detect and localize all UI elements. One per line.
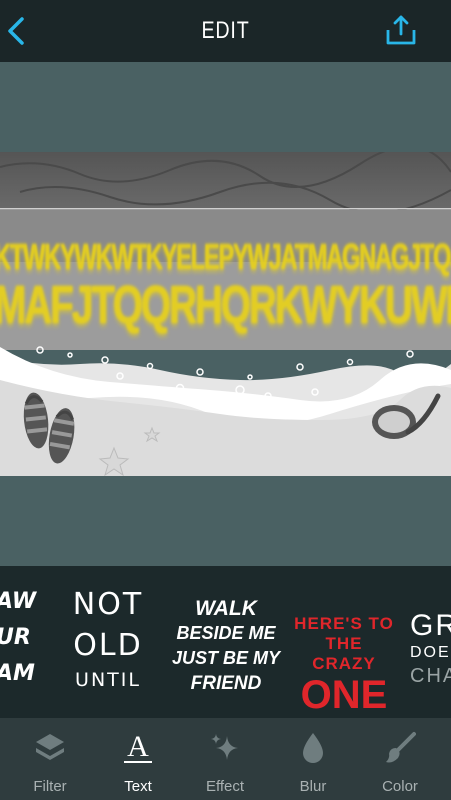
sticker-5-line-1: GR bbox=[410, 609, 451, 642]
tab-color-label: Color bbox=[382, 778, 418, 795]
text-sticker-2[interactable]: NOT OLD UNTIL bbox=[58, 584, 158, 704]
sticker-5-line-2: DOE bbox=[410, 644, 451, 661]
sticker-1-line-3: AM bbox=[0, 661, 35, 686]
svg-text:A: A bbox=[127, 730, 149, 763]
tab-filter-label: Filter bbox=[33, 778, 67, 795]
sticker-3-line-2: BESIDE ME bbox=[176, 623, 276, 643]
drop-icon bbox=[303, 733, 323, 763]
sticker-2-line-1: NOT bbox=[72, 587, 144, 622]
tab-blur[interactable]: Blur bbox=[268, 718, 358, 800]
sticker-1-line-1: AW bbox=[0, 589, 37, 614]
tab-color[interactable]: Color bbox=[355, 718, 445, 800]
text-sticker-strip[interactable]: AW UR AM NOT OLD UNTIL WALK BESIDE ME JU… bbox=[0, 566, 451, 718]
back-arrow-icon[interactable] bbox=[4, 16, 30, 46]
edited-photo[interactable]: KTWKYWKWTKYELEPYWJATMAGNAGJTQJQTA MAFJTQ… bbox=[0, 152, 451, 476]
sticker-3-line-4: FRIEND bbox=[190, 673, 262, 694]
text-sticker-5[interactable]: GR DOE CHA bbox=[410, 610, 451, 718]
sticker-2-line-3: UNTIL bbox=[75, 669, 141, 691]
sticker-4-line-3: ONE bbox=[300, 673, 388, 717]
overlay-text-line-2[interactable]: MAFJTQQRHQRKWYKUWK bbox=[0, 274, 451, 336]
tab-effect[interactable]: Effect bbox=[180, 718, 270, 800]
text-a-icon: A bbox=[124, 730, 152, 763]
sticker-1-line-2: UR bbox=[0, 625, 31, 650]
bottom-tab-bar: Filter A Text Effect Blur Color bbox=[0, 718, 451, 800]
sticker-5-line-3: CHA bbox=[410, 665, 451, 687]
sticker-3-line-3: JUST BE MY bbox=[171, 648, 281, 668]
sticker-4-line-2: THE CRAZY bbox=[312, 634, 376, 673]
overlay-text-line-1[interactable]: KTWKYWKWTKYELEPYWJATMAGNAGJTQJQTA bbox=[0, 236, 451, 278]
tab-filter[interactable]: Filter bbox=[5, 718, 95, 800]
text-sticker-4[interactable]: HERE'S TO THE CRAZY ONE bbox=[292, 614, 396, 718]
sticker-2-line-2: OLD bbox=[73, 628, 143, 663]
sparkle-icon bbox=[211, 734, 238, 760]
sticker-3-line-1: WALK bbox=[195, 597, 257, 620]
brush-icon bbox=[386, 732, 416, 763]
page-title: EDIT bbox=[201, 17, 250, 44]
tab-text-label: Text bbox=[124, 778, 152, 795]
tab-effect-label: Effect bbox=[205, 778, 245, 795]
share-icon[interactable] bbox=[385, 14, 417, 46]
layers-icon bbox=[36, 734, 64, 760]
tab-blur-label: Blur bbox=[299, 778, 327, 795]
sticker-4-line-1: HERE'S TO bbox=[294, 614, 394, 633]
text-sticker-1[interactable]: AW UR AM bbox=[0, 584, 44, 704]
tab-text[interactable]: A Text bbox=[93, 718, 183, 800]
text-sticker-3[interactable]: WALK BESIDE ME JUST BE MY FRIEND bbox=[170, 596, 282, 716]
top-bar: EDIT bbox=[0, 0, 451, 62]
